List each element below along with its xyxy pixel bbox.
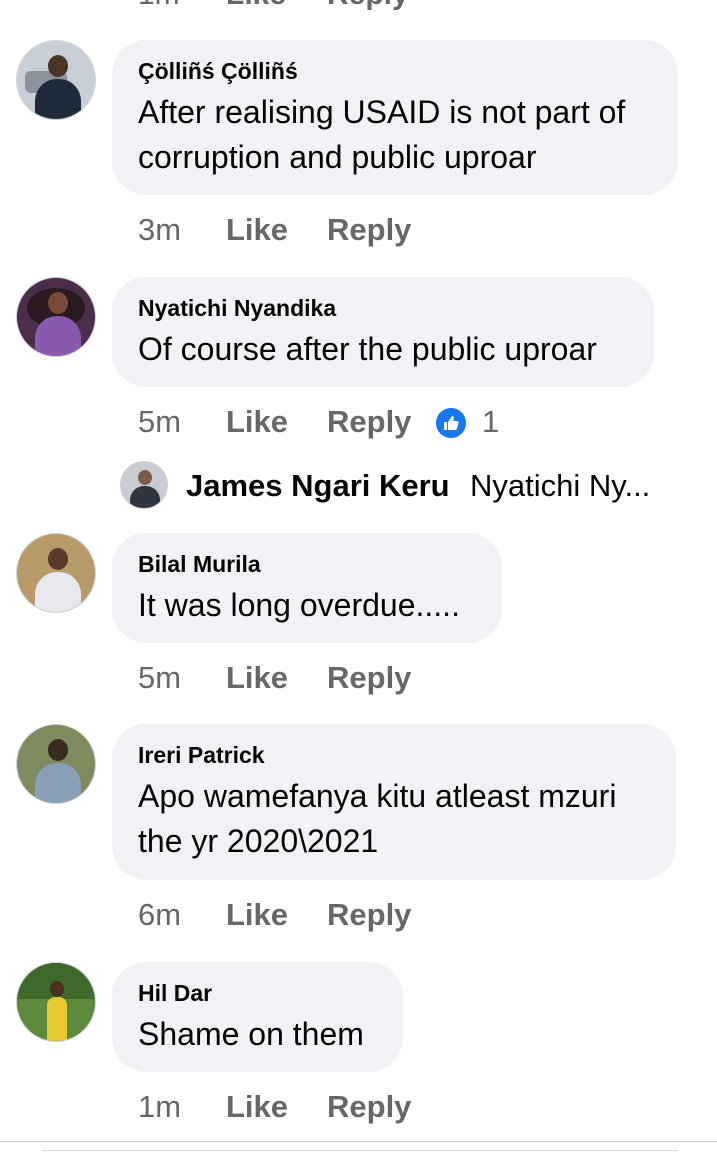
reply-button[interactable]: Reply [327, 1089, 411, 1125]
avatar[interactable] [16, 40, 96, 120]
comment-bubble: Nyatichi Nyandika Of course after the pu… [112, 277, 654, 387]
reply-button[interactable]: Reply [327, 0, 409, 12]
comment-time: 5m [138, 404, 182, 439]
comment-text: Apo wamefanya kitu atleast mzuri the yr … [138, 774, 650, 864]
comment-text: It was long overdue..... [138, 583, 476, 628]
comment-line: the yr 2020\2021 [138, 823, 379, 859]
comment-time: 6m [138, 897, 182, 932]
comment-bubble: Çölliñś Çölliñś After realising USAID is… [112, 40, 678, 195]
reply-button[interactable]: Reply [327, 897, 411, 933]
reply-preview-row[interactable]: James Ngari Keru Nyatichi Ny... [0, 458, 717, 518]
comment-time: 1m [138, 1089, 182, 1124]
reply-preview-text[interactable]: Nyatichi Ny... [470, 468, 670, 504]
avatar[interactable] [16, 962, 96, 1042]
comment-line: corruption and public uproar [138, 139, 537, 175]
comment-line: Apo wamefanya kitu atleast mzuri [138, 778, 617, 814]
reply-button[interactable]: Reply [327, 404, 411, 440]
comment-text: Shame on them [138, 1012, 377, 1057]
comment-actions: 5m Like Reply 1 [138, 404, 558, 440]
commenter-name[interactable]: Hil Dar [138, 980, 377, 1006]
commenter-name[interactable]: Çölliñś Çölliñś [138, 58, 652, 84]
commenter-name[interactable]: Nyatichi Nyandika [138, 295, 628, 321]
comment-line: After realising USAID is not part of [138, 94, 626, 130]
commenter-name[interactable]: Bilal Murila [138, 551, 476, 577]
like-button[interactable]: Like [226, 897, 288, 933]
comment-time: 3m [138, 212, 182, 247]
comment-bubble: Ireri Patrick Apo wamefanya kitu atleast… [112, 724, 676, 880]
reply-button[interactable]: Reply [327, 212, 411, 248]
commenter-name[interactable]: Ireri Patrick [138, 742, 650, 768]
comment-text: Of course after the public uproar [138, 327, 628, 372]
comment-time: 5m [138, 660, 182, 695]
reply-author-name[interactable]: James Ngari Keru [186, 468, 450, 504]
comment-line: It was long overdue..... [138, 587, 460, 623]
comment-bubble: Bilal Murila It was long overdue..... [112, 533, 502, 643]
comment-bubble: Hil Dar Shame on them [112, 962, 403, 1072]
avatar[interactable] [16, 277, 96, 357]
avatar[interactable] [16, 724, 96, 804]
reply-button[interactable]: Reply [327, 660, 411, 696]
like-reaction-icon[interactable] [434, 406, 468, 440]
comment-line: Of course after the public uproar [138, 331, 597, 367]
like-button[interactable]: Like [226, 404, 288, 440]
like-button[interactable]: Like [226, 0, 286, 12]
like-button[interactable]: Like [226, 660, 288, 696]
comment-time: 1m [138, 0, 180, 12]
comment-line: Shame on them [138, 1016, 364, 1052]
comment-text: After realising USAID is not part of cor… [138, 90, 652, 180]
comment-input-edge[interactable] [42, 1150, 678, 1155]
divider [0, 1141, 717, 1142]
reaction-count[interactable]: 1 [482, 404, 499, 440]
reply-avatar[interactable] [120, 461, 168, 509]
avatar[interactable] [16, 533, 96, 613]
like-button[interactable]: Like [226, 1089, 288, 1125]
like-button[interactable]: Like [226, 212, 288, 248]
